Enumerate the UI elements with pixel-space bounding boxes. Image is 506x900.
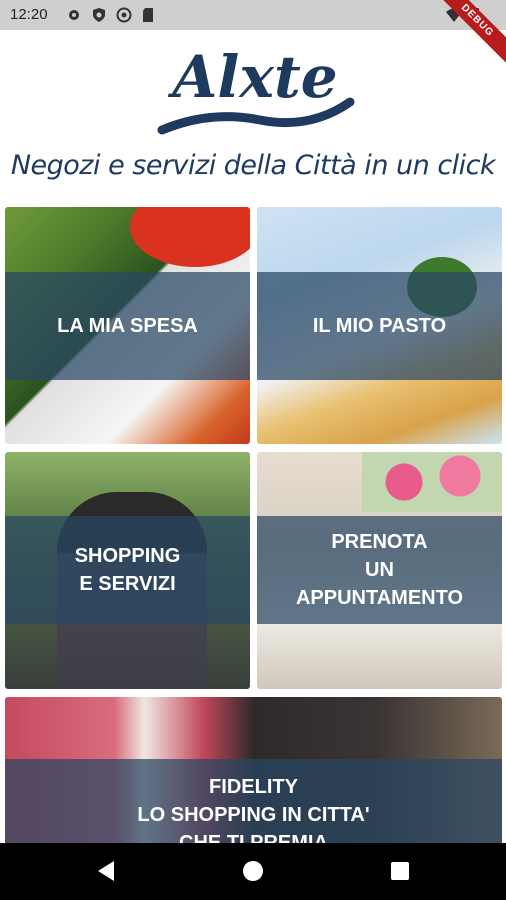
logo-text: Alxte	[167, 43, 337, 111]
tile-band: SHOPPING E SERVIZI	[5, 516, 250, 624]
back-icon[interactable]	[94, 859, 118, 883]
debug-banner: DEBUG	[424, 0, 506, 74]
tile-band: PRENOTA UN APPUNTAMENTO	[257, 516, 502, 624]
tile-fidelity[interactable]: FIDELITY LO SHOPPING IN CITTA' CHE TI PR…	[5, 697, 502, 857]
vpn-icon	[116, 7, 132, 23]
tagline: Negozi e servizi della Città in un click	[10, 150, 496, 181]
home-icon[interactable]	[241, 859, 265, 883]
tile-la-mia-spesa[interactable]: LA MIA SPESA	[5, 207, 250, 444]
shield-icon	[93, 8, 105, 22]
status-time: 12:20	[10, 6, 48, 23]
tile-label: PRENOTA UN APPUNTAMENTO	[295, 531, 464, 609]
tile-label: SHOPPING E SERVIZI	[74, 545, 181, 595]
tile-label: IL MIO PASTO	[312, 315, 447, 337]
tile-prenota-appuntamento[interactable]: PRENOTA UN APPUNTAMENTO	[257, 452, 502, 689]
tile-image-decoration	[362, 452, 502, 512]
system-nav-bar	[0, 843, 506, 900]
gear-icon	[69, 10, 79, 20]
tile-il-mio-pasto[interactable]: IL MIO PASTO	[257, 207, 502, 444]
sd-card-icon	[143, 8, 153, 22]
tile-band: IL MIO PASTO	[257, 272, 502, 380]
tile-image-decoration	[130, 207, 250, 267]
app-logo: Alxte	[157, 43, 355, 135]
tile-label: LA MIA SPESA	[57, 315, 198, 337]
status-bar: 12:20 DEBUG	[0, 0, 506, 74]
tile-band: LA MIA SPESA	[5, 272, 250, 380]
tile-shopping-e-servizi[interactable]: SHOPPING E SERVIZI	[5, 452, 250, 689]
recents-icon[interactable]	[388, 859, 412, 883]
